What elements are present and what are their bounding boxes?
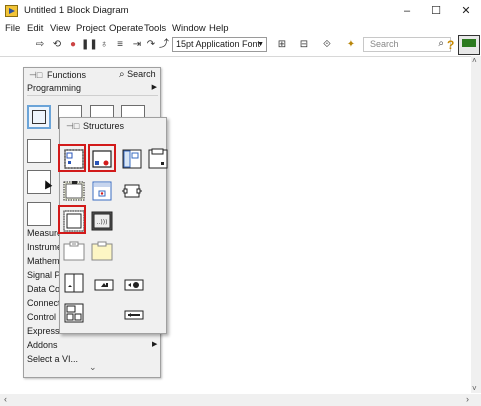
context-help-button[interactable]: ? — [447, 38, 454, 52]
case-structure-icon[interactable] — [63, 180, 85, 202]
pin-icon[interactable]: ⊣□ — [29, 70, 42, 81]
functions-palette-header: ⊣□ Functions ⌕ Search — [24, 68, 160, 82]
title-bar: Untitled 1 Block Diagram – ☐ ✕ — [0, 0, 481, 22]
font-selector-value: 15pt Application Font — [176, 39, 261, 49]
chevron-right-icon: ▶ — [152, 341, 158, 348]
font-selector[interactable]: 15pt Application Font ▼ — [172, 37, 267, 52]
category-express[interactable]: Express — [27, 326, 60, 336]
chevron-down-icon: ▼ — [257, 41, 264, 48]
category-addons[interactable]: Addons — [27, 340, 58, 350]
category-control[interactable]: Control — [27, 312, 56, 322]
scroll-right-icon[interactable]: › — [466, 394, 469, 404]
retain-wire-values-icon[interactable]: ≡ — [113, 38, 127, 52]
category-data-communication[interactable]: Data Co — [27, 284, 60, 294]
menu-bar: File Edit View Project Operate Tools Win… — [0, 22, 481, 35]
menu-edit[interactable]: Edit — [27, 23, 43, 34]
menu-project[interactable]: Project — [76, 23, 106, 34]
palette-search-button[interactable]: ⌕ Search — [119, 69, 156, 80]
menu-help[interactable]: Help — [209, 23, 229, 34]
local-variable-icon[interactable] — [123, 304, 145, 326]
search-icon: ⌕ — [119, 69, 125, 80]
timing-palette-icon[interactable] — [27, 202, 51, 226]
timed-structure-icon[interactable] — [121, 148, 143, 170]
shift-register-icon[interactable] — [93, 274, 115, 296]
pause-icon[interactable]: ❚❚ — [81, 38, 98, 52]
horizontal-scrollbar[interactable]: ‹ › — [0, 394, 481, 406]
minimize-button[interactable]: – — [392, 2, 422, 20]
category-programming[interactable]: Programming ▶ — [27, 83, 158, 93]
step-out-icon[interactable]: ⤴ — [158, 38, 170, 52]
boolean-palette-icon[interactable] — [27, 139, 51, 163]
menu-window[interactable]: Window — [172, 23, 206, 34]
menu-file[interactable]: File — [5, 23, 20, 34]
search-placeholder: Search — [370, 39, 399, 49]
divider — [27, 95, 158, 96]
connector-pane-icon[interactable] — [458, 35, 480, 55]
highlight-while-loop — [88, 144, 116, 172]
toolbar: ⇨ ⟲ ● ❚❚ ♁ ≡ ⇥ ↷ ⤴ 15pt Application Font… — [0, 36, 460, 54]
category-mathematics[interactable]: Mathem — [27, 256, 60, 266]
category-label: Programming — [27, 83, 82, 93]
run-arrow-icon[interactable]: ⇨ — [34, 38, 46, 52]
diagram-disable-structure-icon[interactable]: ..))) — [91, 210, 113, 232]
maximize-button[interactable]: ☐ — [421, 2, 451, 20]
category-measurement[interactable]: Measure — [27, 228, 62, 238]
structures-subpalette-header: ⊣□ Structures — [60, 118, 166, 134]
labview-app-icon — [5, 5, 18, 17]
menu-view[interactable]: View — [50, 23, 70, 34]
abort-icon[interactable]: ● — [67, 38, 79, 52]
functions-palette-title: Functions — [47, 70, 87, 80]
structures-palette-icon[interactable] — [27, 105, 51, 129]
toolbar-search-field[interactable]: Search ⌕ — [363, 37, 451, 52]
stacked-sequence-icon[interactable] — [63, 302, 85, 324]
category-signal-processing[interactable]: Signal P — [27, 270, 61, 280]
event-structure-icon[interactable] — [91, 180, 113, 202]
conditional-disable-structure-icon[interactable] — [91, 240, 113, 262]
close-button[interactable]: ✕ — [451, 2, 481, 20]
timed-loop-icon[interactable] — [147, 148, 169, 170]
run-continuously-icon[interactable]: ⟲ — [51, 38, 63, 52]
cleanup-diagram-icon[interactable]: ✦ — [343, 38, 359, 52]
select-a-vi[interactable]: Select a VI... — [27, 354, 78, 364]
category-instrument[interactable]: Instrume — [27, 242, 62, 252]
svg-text:..))): ..))) — [97, 219, 108, 226]
scroll-down-icon[interactable]: ˅ — [472, 384, 477, 393]
highlight-flat-sequence — [58, 205, 86, 234]
global-variable-icon[interactable] — [123, 274, 145, 296]
feedback-node-icon[interactable] — [63, 272, 85, 294]
highlight-execution-icon[interactable]: ♁ — [98, 38, 110, 52]
chevron-right-icon: ▶ — [151, 84, 157, 91]
window-title: Untitled 1 Block Diagram — [24, 5, 129, 16]
in-place-element-icon[interactable] — [121, 180, 143, 202]
category-connectivity[interactable]: Connect — [27, 298, 61, 308]
align-objects-icon[interactable]: ⊞ — [273, 38, 291, 52]
scroll-left-icon[interactable]: ‹ — [4, 394, 7, 404]
highlight-for-loop — [58, 144, 86, 172]
structure-glyph — [32, 110, 46, 124]
distribute-objects-icon[interactable]: ⊟ — [295, 38, 313, 52]
menu-tools[interactable]: Tools — [144, 23, 166, 34]
search-icon[interactable]: ⌕ — [438, 37, 444, 50]
reorder-icon[interactable]: ⟐ — [318, 38, 336, 52]
structures-subpalette-title: Structures — [83, 121, 125, 131]
formula-node-icon[interactable] — [63, 240, 85, 262]
step-into-icon[interactable]: ⇥ — [130, 38, 144, 52]
palette-search-label: Search — [127, 69, 156, 79]
expand-more-icon[interactable]: ⌄ — [89, 362, 97, 373]
pin-icon[interactable]: ⊣□ — [66, 121, 79, 132]
scroll-up-icon[interactable]: ˄ — [472, 56, 477, 65]
menu-operate[interactable]: Operate — [109, 23, 143, 34]
step-over-icon[interactable]: ↷ — [145, 38, 157, 52]
vertical-scrollbar[interactable]: ˄ ˅ — [471, 56, 481, 393]
